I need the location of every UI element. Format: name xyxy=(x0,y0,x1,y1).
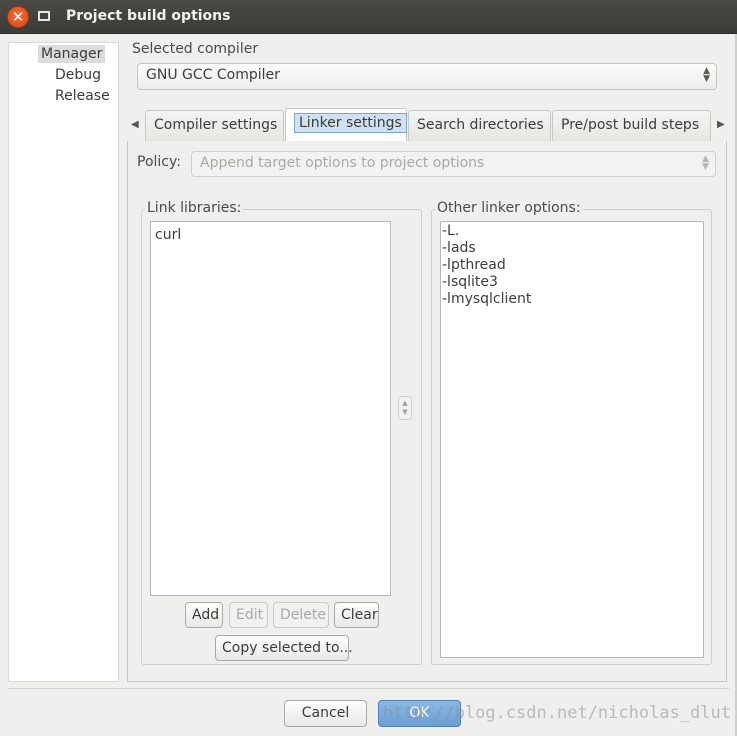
policy-label: Policy: xyxy=(137,154,181,170)
policy-select[interactable]: Append target options to project options… xyxy=(191,151,716,177)
compiler-select-value: GNU GCC Compiler xyxy=(146,67,280,83)
tab-label: Compiler settings xyxy=(154,117,278,133)
tab-scroll-right-icon[interactable]: ▶ xyxy=(717,119,725,130)
close-window-button[interactable]: ✕ xyxy=(7,6,29,28)
select-arrows-icon: ▲ ▼ xyxy=(703,66,710,84)
tab-pre-post-build-steps[interactable]: Pre/post build steps xyxy=(552,110,711,141)
option-line: -lmysqlclient xyxy=(442,291,532,307)
tab-label: Pre/post build steps xyxy=(561,117,700,133)
copy-selected-to-button[interactable]: Copy selected to... xyxy=(215,635,353,661)
other-linker-options-label: Other linker options: xyxy=(435,200,583,216)
list-item[interactable]: curl xyxy=(155,227,386,244)
splitter-handle[interactable]: ▲ ▼ xyxy=(398,396,412,420)
option-line: -L. xyxy=(442,223,460,239)
option-line: -lads xyxy=(442,240,476,256)
tab-label: Linker settings xyxy=(294,113,407,133)
maximize-icon xyxy=(38,11,50,21)
tab-scroll-left-icon[interactable]: ◀ xyxy=(131,119,139,130)
cancel-button[interactable]: Cancel xyxy=(284,700,367,727)
tab-search-directories[interactable]: Search directories xyxy=(408,110,551,141)
footer-separator xyxy=(8,688,729,689)
clear-button[interactable]: Clear xyxy=(334,602,379,628)
add-button[interactable]: Add xyxy=(185,602,223,628)
ok-button[interactable]: OK xyxy=(378,700,461,727)
other-linker-options-textarea[interactable]: -L. -lads -lpthread -lsqlite3 -lmysqlcli… xyxy=(440,221,704,658)
policy-select-value: Append target options to project options xyxy=(200,155,485,171)
selected-compiler-label: Selected compiler xyxy=(132,41,259,57)
target-tree: Manager Debug Release xyxy=(8,42,119,682)
option-line: -lpthread xyxy=(442,257,506,273)
delete-button[interactable]: Delete xyxy=(273,602,329,628)
tab-label: Search directories xyxy=(417,117,544,133)
tree-item-release[interactable]: Release xyxy=(55,88,110,104)
window-title: Project build options xyxy=(66,8,231,24)
tab-linker-settings[interactable]: Linker settings xyxy=(285,108,407,142)
maximize-window-button[interactable] xyxy=(35,8,53,26)
select-arrows-icon: ▲ ▼ xyxy=(702,154,709,172)
tree-item-debug[interactable]: Debug xyxy=(55,67,101,83)
tree-item-manager[interactable]: Manager xyxy=(38,45,106,63)
link-libraries-list[interactable]: curl xyxy=(150,221,391,596)
link-libraries-label: Link libraries: xyxy=(145,200,244,216)
tab-compiler-settings[interactable]: Compiler settings xyxy=(145,110,284,141)
option-line: -lsqlite3 xyxy=(442,274,498,290)
compiler-select[interactable]: GNU GCC Compiler ▲ ▼ xyxy=(137,63,717,90)
edit-button[interactable]: Edit xyxy=(229,602,268,628)
